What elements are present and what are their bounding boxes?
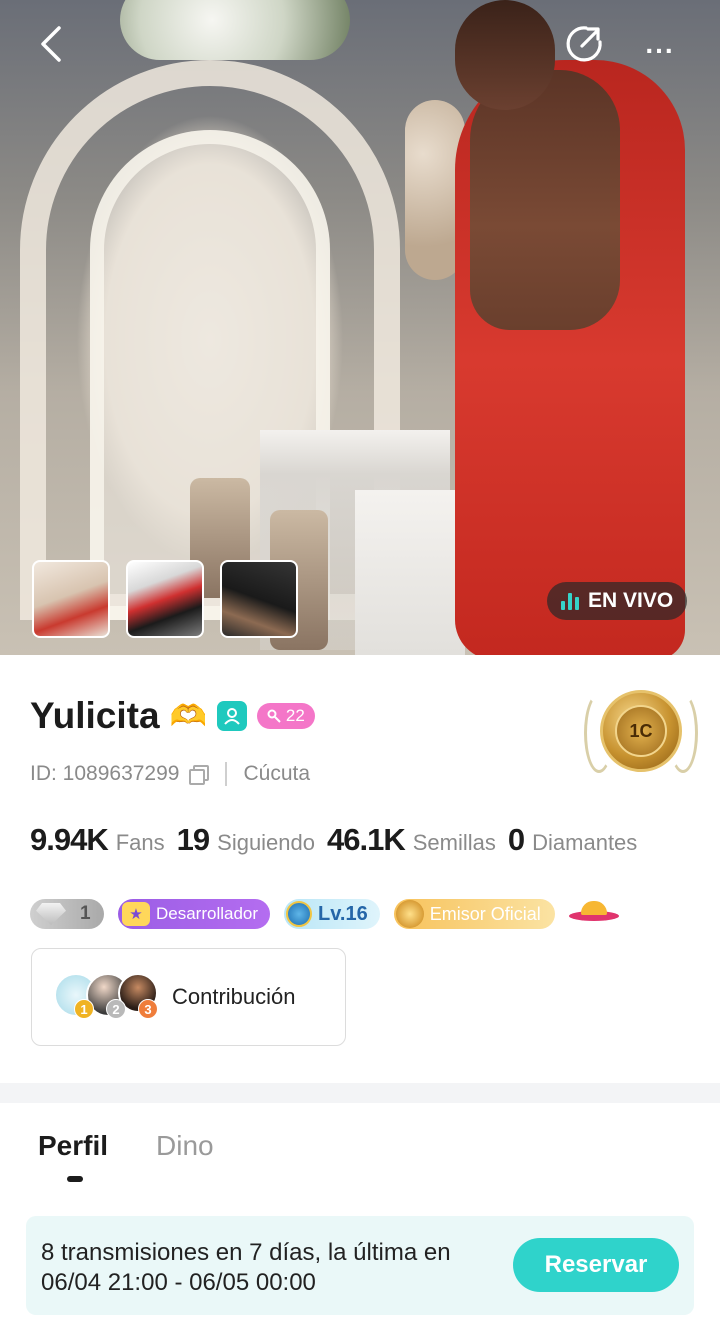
laurel-left — [584, 693, 614, 773]
level-icon — [286, 901, 313, 927]
stat-seeds-value[interactable]: 46.1K — [327, 822, 406, 858]
verified-user-icon[interactable] — [216, 701, 247, 731]
cover-decor-flowers — [120, 0, 350, 60]
tab-perfil[interactable]: Perfil — [38, 1130, 108, 1162]
contributor-avatars: 1 2 3 — [54, 973, 164, 1021]
stat-following-label[interactable]: Siguiendo — [217, 830, 315, 856]
profile-cover-photo[interactable]: ... EN VIVO — [0, 0, 720, 655]
diamond-badge-count: 1 — [80, 903, 91, 924]
name-row: Yulicita 🫶 22 — [30, 695, 315, 737]
profile-info: Yulicita 🫶 22 1C ID: 1089637299 Cúcuta 9… — [0, 655, 720, 1085]
stats-row: 9.94K Fans 19 Siguiendo 46.1K Semillas 0… — [30, 822, 649, 858]
latin-hat-badge-icon[interactable] — [568, 899, 619, 929]
share-button[interactable] — [562, 22, 606, 66]
share-icon — [566, 26, 602, 62]
user-level-badge[interactable]: 22 — [256, 703, 315, 729]
schedule-text-line1: 8 transmisiones en 7 días, la última en — [41, 1239, 451, 1266]
badges-row: 1 ★ Desarrollador Lv.16 Emisor Oficial — [30, 899, 619, 929]
copy-icon[interactable] — [189, 765, 210, 785]
schedule-text: 8 transmisiones en 7 días, la última en … — [41, 1238, 501, 1298]
rank-1-badge: 1 — [74, 999, 94, 1019]
photo-thumbnails — [32, 560, 298, 638]
profile-name: Yulicita — [30, 695, 160, 736]
heart-hands-emoji: 🫶 — [169, 699, 207, 733]
user-id: ID: 1089637299 — [30, 762, 180, 785]
diamond-icon — [36, 903, 66, 925]
stat-seeds-label[interactable]: Semillas — [413, 830, 496, 856]
tab-dino[interactable]: Dino — [156, 1130, 214, 1162]
contribution-card[interactable]: 1 2 3 Contribución — [31, 948, 346, 1046]
more-icon: ... — [645, 28, 675, 59]
user-level-value: 22 — [285, 706, 305, 725]
developer-badge-label: Desarrollador — [156, 904, 259, 923]
user-city: Cúcuta — [243, 762, 311, 785]
official-streamer-label: Emisor Oficial — [429, 903, 541, 924]
profile-tabs: Perfil Dino — [0, 1103, 720, 1203]
level-badge-label: Lv.16 — [318, 902, 368, 925]
level-badge[interactable]: Lv.16 — [284, 899, 380, 929]
id-row: ID: 1089637299 Cúcuta — [30, 762, 310, 786]
thumbnail-photo-2[interactable] — [126, 560, 204, 638]
back-button[interactable] — [28, 22, 72, 66]
key-icon — [267, 709, 281, 723]
thumbnail-photo-3[interactable] — [220, 560, 298, 638]
chevron-left-icon — [41, 26, 61, 62]
stat-fans-label[interactable]: Fans — [116, 830, 165, 856]
section-divider — [0, 1083, 720, 1103]
rank-2-badge: 2 — [106, 999, 126, 1019]
live-badge[interactable]: EN VIVO — [547, 582, 688, 620]
official-streamer-badge[interactable]: Emisor Oficial — [393, 899, 555, 929]
live-label: EN VIVO — [588, 589, 674, 612]
stat-diamonds-label[interactable]: Diamantes — [532, 830, 637, 856]
thumbnail-photo-1[interactable] — [32, 560, 110, 638]
cover-person-back — [470, 70, 620, 330]
official-medal[interactable]: 1C — [582, 685, 700, 777]
reserve-button[interactable]: Reservar — [513, 1238, 679, 1292]
diamond-badge[interactable]: 1 — [30, 899, 104, 929]
laurel-right — [668, 693, 698, 773]
broadcast-schedule-card: 8 transmisiones en 7 días, la última en … — [26, 1216, 694, 1315]
developer-icon: ★ — [122, 902, 150, 926]
schedule-text-line2: 06/04 21:00 - 06/05 00:00 — [41, 1269, 316, 1296]
developer-badge[interactable]: ★ Desarrollador — [118, 899, 271, 929]
rank-3-badge: 3 — [138, 999, 158, 1019]
more-options-button[interactable]: ... — [636, 22, 684, 66]
live-bars-icon — [561, 592, 579, 610]
cover-decor-table-small — [355, 490, 465, 655]
contribution-label: Contribución — [172, 984, 296, 1009]
stat-following-value[interactable]: 19 — [177, 822, 210, 858]
cover-person-head — [455, 0, 555, 110]
microphone-icon — [395, 900, 424, 928]
active-tab-indicator — [67, 1176, 83, 1182]
id-separator — [225, 762, 228, 786]
stat-fans-value[interactable]: 9.94K — [30, 822, 109, 858]
stat-diamonds-value[interactable]: 0 — [508, 822, 525, 858]
medal-center: 1C — [615, 705, 667, 757]
